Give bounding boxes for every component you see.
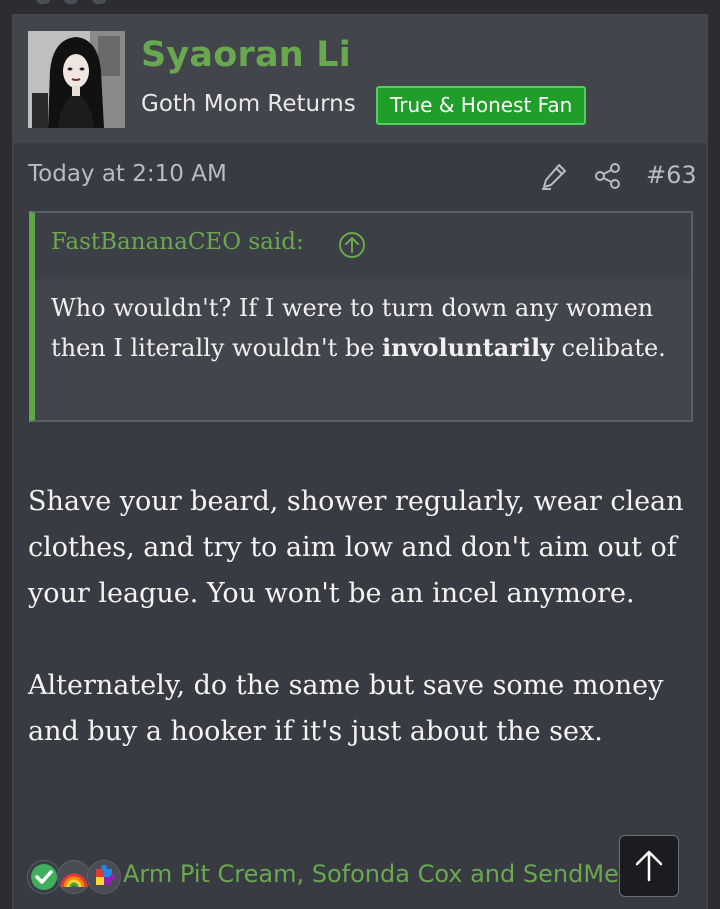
avatar-portrait-icon: [28, 31, 125, 128]
quote-text-end: celibate.: [554, 334, 666, 362]
username[interactable]: Syaoran Li: [141, 35, 351, 75]
post-author-header: Syaoran Li Goth Mom Returns True & Hones…: [13, 15, 707, 143]
reaction-icon-partial: [64, 0, 78, 4]
reaction-users-link[interactable]: Arm Pit Cream, Sofonda Cox and SendMe: [123, 860, 619, 888]
user-title: Goth Mom Returns: [141, 91, 356, 117]
arrow-up-circle-icon[interactable]: [337, 230, 367, 260]
quote-attribution[interactable]: FastBananaCEO said:: [51, 229, 304, 255]
check-reaction-icon: [27, 860, 61, 894]
post-meta-bar: Today at 2:10 AM #63: [13, 143, 707, 209]
puzzle-reaction-icon: [87, 860, 121, 894]
pencil-icon[interactable]: [539, 161, 569, 191]
previous-post-edge: [0, 0, 720, 10]
post-number[interactable]: #63: [646, 161, 697, 189]
reaction-icon-partial: [36, 0, 50, 4]
forum-post: Syaoran Li Goth Mom Returns True & Hones…: [12, 14, 708, 909]
post-body: Shave your beard, shower regularly, wear…: [28, 479, 698, 801]
user-banner: True & Honest Fan: [376, 86, 587, 125]
scroll-to-top-button[interactable]: [619, 835, 679, 897]
rainbow-reaction-icon: [57, 860, 91, 894]
quote-block: FastBananaCEO said: Who wouldn't? If I w…: [29, 211, 693, 422]
quote-text-bold: involuntarily: [382, 333, 555, 362]
reaction-icons[interactable]: [27, 858, 127, 898]
arrow-up-icon: [620, 850, 678, 900]
quote-text: Who wouldn't? If I were to turn down any…: [35, 279, 691, 420]
post-paragraph: Alternately, do the same but save some m…: [28, 670, 664, 747]
post-date[interactable]: Today at 2:10 AM: [28, 161, 227, 187]
reactions-bar: Arm Pit Cream, Sofonda Cox and SendMe: [27, 858, 647, 898]
post-paragraph: Shave your beard, shower regularly, wear…: [28, 486, 684, 609]
reaction-icon-partial: [92, 0, 106, 4]
share-icon[interactable]: [593, 161, 623, 191]
avatar[interactable]: [28, 31, 125, 128]
quote-header: FastBananaCEO said:: [35, 213, 691, 279]
